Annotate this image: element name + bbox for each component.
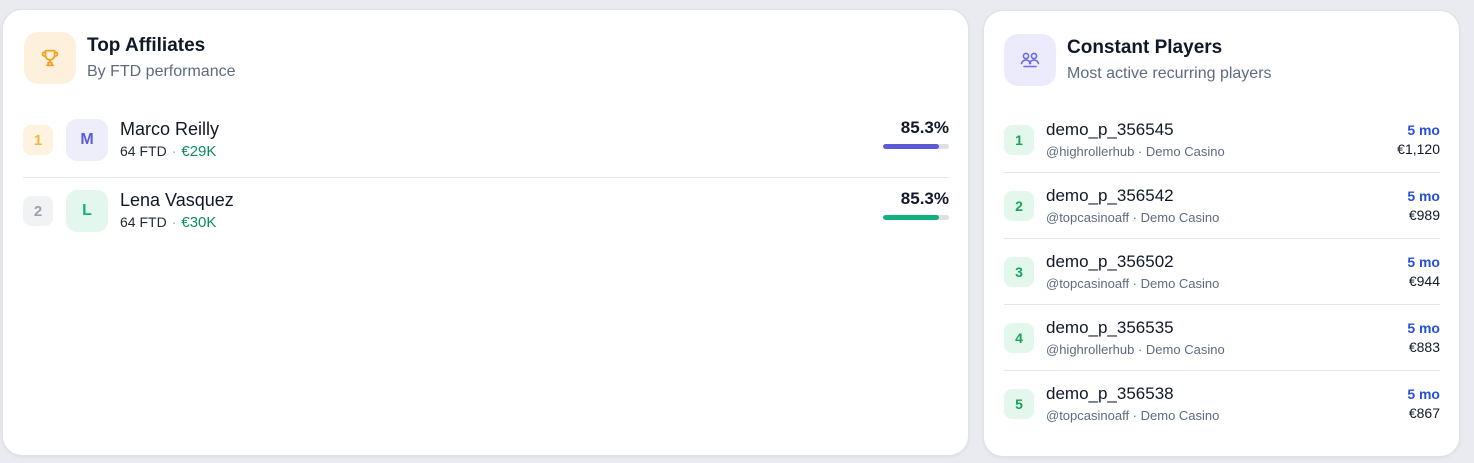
affiliate-performance: 85.3% [881, 117, 949, 149]
player-row[interactable]: 5 demo_p_356538 @topcasinoaff · Demo Cas… [1004, 376, 1440, 442]
player-tenure: 5 mo [1407, 386, 1440, 402]
top-affiliates-header: Top Affiliates By FTD performance [24, 32, 235, 84]
ftd-count: 64 FTD [120, 214, 167, 230]
affiliate-meta: 64 FTD · €29K [120, 141, 219, 162]
top-affiliates-subtitle: By FTD performance [87, 62, 236, 80]
constant-players-subtitle: Most active recurring players [1067, 64, 1272, 82]
ftd-count: 64 FTD [120, 143, 167, 159]
player-name: demo_p_356538 [1046, 384, 1174, 403]
separator: · [171, 214, 177, 230]
divider [1004, 304, 1440, 305]
affiliate-meta: 64 FTD · €30K [120, 212, 234, 233]
people-icon [1004, 34, 1056, 86]
player-tenure: 5 mo [1407, 320, 1440, 336]
divider [1004, 238, 1440, 239]
rank-badge: 3 [1004, 257, 1034, 287]
progress-bar [883, 144, 949, 149]
top-affiliates-title: Top Affiliates [87, 34, 206, 56]
progress-bar [883, 215, 949, 220]
rank-badge: 4 [1004, 323, 1034, 353]
affiliate-row[interactable]: 1 M Marco Reilly 64 FTD · €29K 85.3% [23, 111, 949, 169]
avatar: M [66, 119, 108, 161]
player-value: €1,120 [1397, 141, 1440, 157]
player-row[interactable]: 1 demo_p_356545 @highrollerhub · Demo Ca… [1004, 112, 1440, 178]
progress-fill [883, 144, 940, 149]
player-affiliate: @highrollerhub · Demo Casino [1046, 342, 1225, 357]
player-name: demo_p_356502 [1046, 252, 1174, 271]
constant-players-title: Constant Players [1067, 36, 1223, 58]
constant-players-card: Constant Players Most active recurring p… [983, 10, 1460, 457]
player-name: demo_p_356535 [1046, 318, 1174, 337]
player-tenure: 5 mo [1407, 188, 1440, 204]
affiliate-amount: €30K [181, 214, 217, 231]
affiliate-amount: €29K [181, 143, 217, 160]
percent-label: 85.3% [900, 189, 949, 208]
top-affiliates-card: Top Affiliates By FTD performance 1 M Ma… [2, 9, 969, 456]
player-affiliate: @topcasinoaff · Demo Casino [1046, 408, 1220, 423]
player-row[interactable]: 3 demo_p_356502 @topcasinoaff · Demo Cas… [1004, 244, 1440, 310]
affiliate-info: Lena Vasquez 64 FTD · €30K [120, 189, 234, 233]
player-affiliate: @topcasinoaff · Demo Casino [1046, 276, 1220, 291]
constant-players-header: Constant Players Most active recurring p… [1004, 34, 1272, 86]
divider [23, 177, 949, 178]
player-affiliate: @highrollerhub · Demo Casino [1046, 144, 1225, 159]
separator: · [171, 143, 177, 159]
rank-badge: 1 [1004, 125, 1034, 155]
affiliate-performance: 85.3% [881, 188, 949, 220]
player-tenure: 5 mo [1407, 122, 1440, 138]
rank-badge: 1 [23, 125, 53, 155]
player-tenure: 5 mo [1407, 254, 1440, 270]
player-affiliate: @topcasinoaff · Demo Casino [1046, 210, 1220, 225]
trophy-icon [24, 32, 76, 84]
player-value: €867 [1408, 405, 1440, 421]
player-value: €989 [1408, 207, 1440, 223]
affiliate-name: Marco Reilly [120, 119, 220, 139]
avatar: L [66, 190, 108, 232]
rank-badge: 2 [23, 196, 53, 226]
player-value: €883 [1408, 339, 1440, 355]
player-value: €944 [1408, 273, 1440, 289]
affiliate-info: Marco Reilly 64 FTD · €29K [120, 118, 219, 162]
rank-badge: 5 [1004, 389, 1034, 419]
percent-label: 85.3% [900, 118, 949, 137]
divider [1004, 370, 1440, 371]
divider [1004, 172, 1440, 173]
progress-fill [883, 215, 940, 220]
affiliate-row[interactable]: 2 L Lena Vasquez 64 FTD · €30K 85.3% [23, 182, 949, 240]
player-row[interactable]: 2 demo_p_356542 @topcasinoaff · Demo Cas… [1004, 178, 1440, 244]
player-name: demo_p_356545 [1046, 120, 1174, 139]
affiliate-name: Lena Vasquez [120, 190, 234, 210]
player-name: demo_p_356542 [1046, 186, 1174, 205]
rank-badge: 2 [1004, 191, 1034, 221]
player-row[interactable]: 4 demo_p_356535 @highrollerhub · Demo Ca… [1004, 310, 1440, 376]
